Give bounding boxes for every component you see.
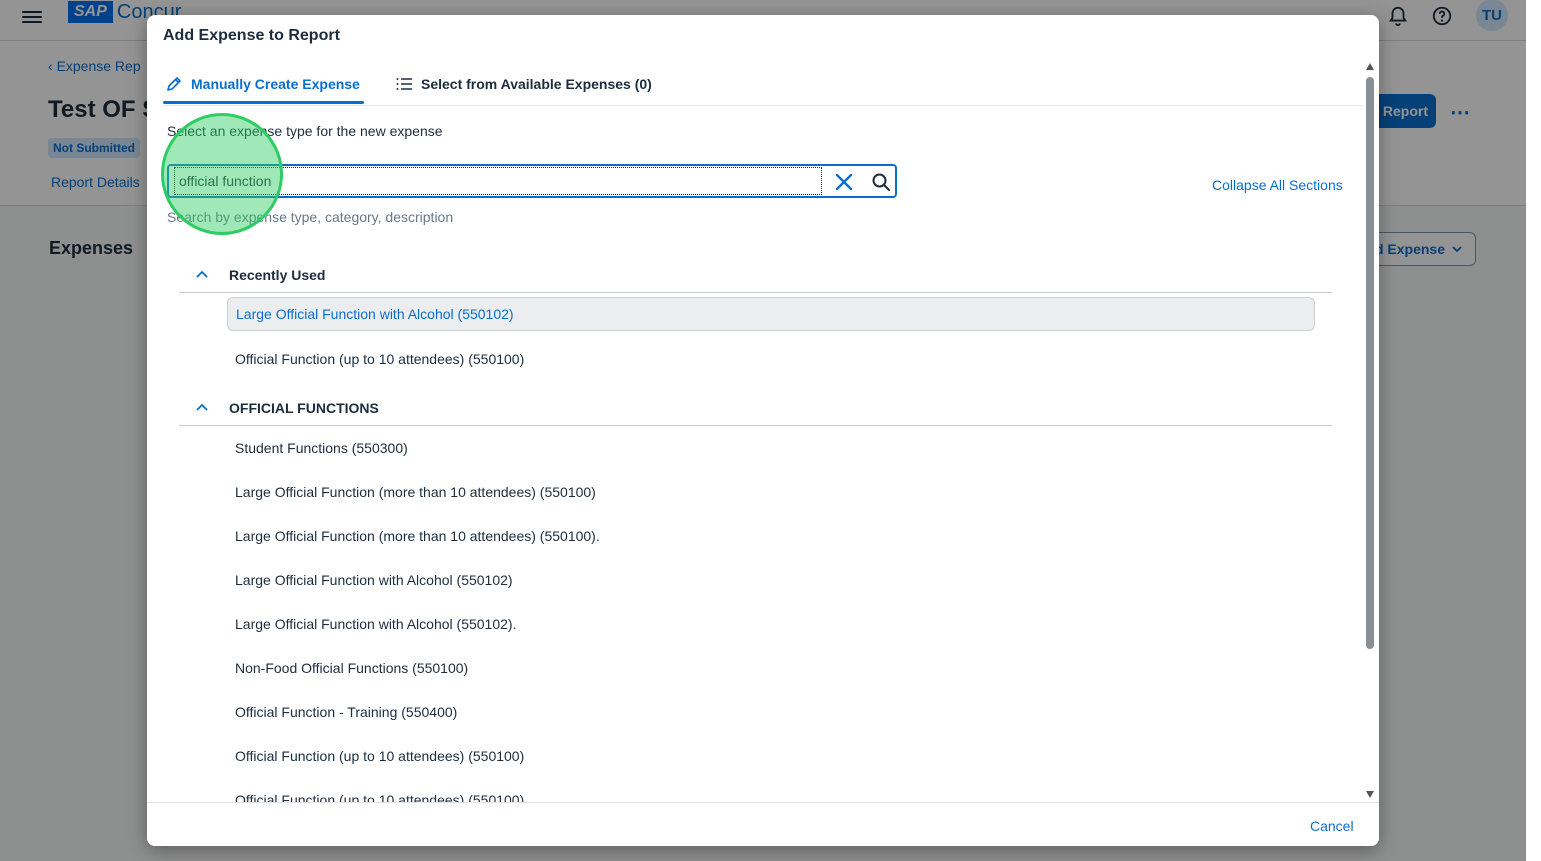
- list-item[interactable]: Large Official Function with Alcohol (55…: [227, 297, 1315, 331]
- section-title: Recently Used: [229, 267, 326, 283]
- section-header-official-functions[interactable]: OFFICIAL FUNCTIONS: [179, 393, 1332, 426]
- list-item[interactable]: Official Function (up to 10 attendees) (…: [227, 739, 1315, 773]
- list-item[interactable]: Official Function (up to 10 attendees) (…: [227, 342, 1315, 376]
- dialog-tabs: Manually Create Expense Select from Avai…: [163, 65, 1363, 106]
- pencil-icon: [167, 77, 181, 91]
- tab-label: Manually Create Expense: [191, 76, 360, 92]
- chevron-up-icon: [196, 270, 208, 278]
- chevron-up-icon: [196, 403, 208, 411]
- collapse-all-sections-link[interactable]: Collapse All Sections: [1212, 177, 1343, 193]
- dialog-footer: Cancel: [147, 802, 1379, 846]
- list-item[interactable]: Non-Food Official Functions (550100): [227, 651, 1315, 685]
- list-icon: [396, 78, 412, 90]
- tab-select-available-expenses[interactable]: Select from Available Expenses (0): [395, 65, 652, 103]
- list-item[interactable]: Large Official Function with Alcohol (55…: [227, 563, 1315, 597]
- list-item[interactable]: Large Official Function with Alcohol (55…: [227, 607, 1315, 641]
- scroll-down-arrow[interactable]: [1366, 791, 1374, 798]
- dialog-title: Add Expense to Report: [163, 27, 340, 44]
- close-icon[interactable]: [831, 169, 857, 195]
- page-edge: [1526, 0, 1541, 861]
- tab-manually-create-expense[interactable]: Manually Create Expense: [163, 65, 364, 104]
- section-header-recently-used[interactable]: Recently Used: [179, 260, 1332, 293]
- list-item[interactable]: Official Function - Training (550400): [227, 695, 1315, 729]
- scrollbar-thumb[interactable]: [1366, 77, 1374, 649]
- list-item[interactable]: Student Functions (550300): [227, 431, 1315, 465]
- list-item[interactable]: Large Official Function (more than 10 at…: [227, 475, 1315, 509]
- click-indicator: [161, 113, 283, 235]
- section-title: OFFICIAL FUNCTIONS: [229, 400, 379, 416]
- scroll-up-arrow[interactable]: [1366, 63, 1374, 70]
- search-icon[interactable]: [869, 170, 893, 194]
- cancel-button[interactable]: Cancel: [1310, 818, 1354, 834]
- add-expense-dialog: Add Expense to Report Manually Create Ex…: [147, 15, 1379, 846]
- tab-label: Select from Available Expenses (0): [421, 76, 652, 92]
- list-item[interactable]: Large Official Function (more than 10 at…: [227, 519, 1315, 553]
